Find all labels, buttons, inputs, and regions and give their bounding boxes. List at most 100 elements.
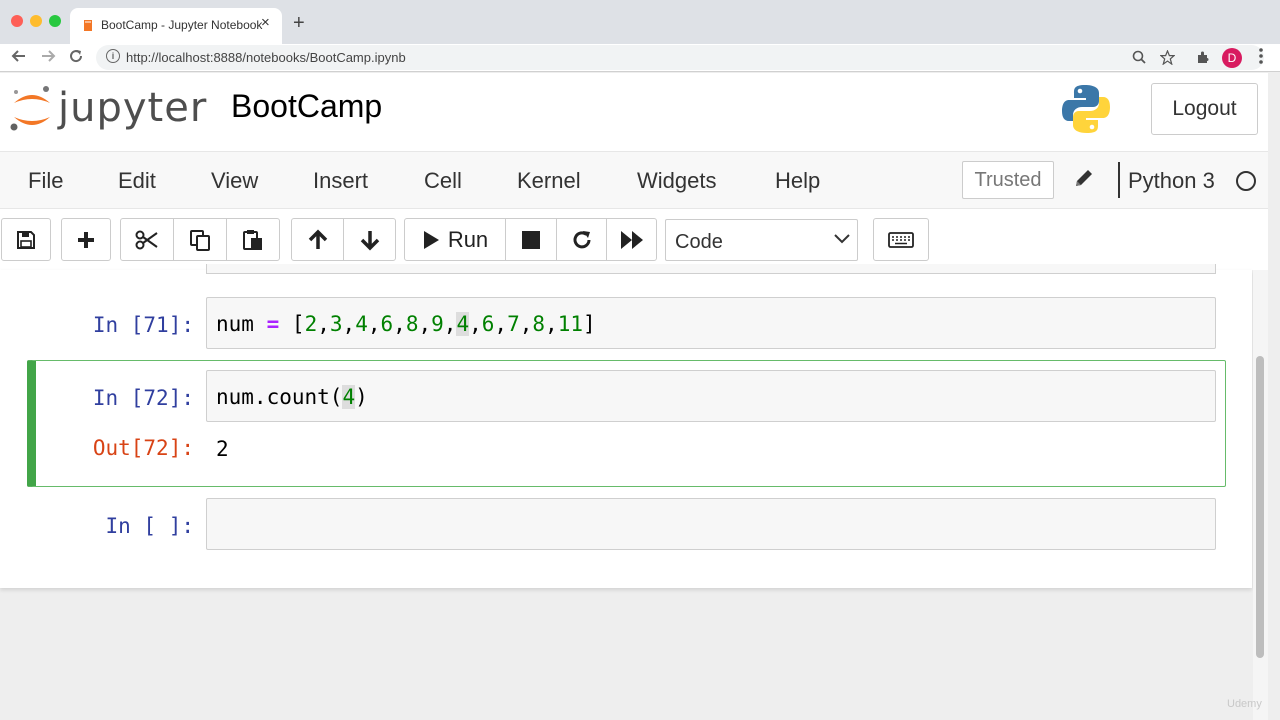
save-button[interactable] xyxy=(1,218,51,261)
code-number: 8 xyxy=(532,312,546,336)
command-palette-button[interactable] xyxy=(873,218,929,261)
code-number: 9 xyxy=(431,312,444,336)
python-logo-icon xyxy=(1062,85,1110,133)
run-all-button[interactable] xyxy=(606,218,657,261)
move-down-button[interactable] xyxy=(343,218,396,261)
tab-close-icon[interactable]: × xyxy=(261,15,270,30)
kernel-idle-icon xyxy=(1236,171,1256,191)
tab-title: BootCamp - Jupyter Notebook xyxy=(101,18,263,32)
kernel-name[interactable]: Python 3 xyxy=(1128,168,1215,194)
code-cell-input[interactable]: num = [2,3,4,6,8,9,4,6,7,8,11] xyxy=(206,297,1216,349)
code-number: 2 xyxy=(304,312,318,336)
menu-kernel[interactable]: Kernel xyxy=(517,168,581,194)
watermark: Udemy xyxy=(1227,698,1262,710)
cell-output: 2 xyxy=(216,437,229,461)
scrollbar-thumb[interactable] xyxy=(1256,356,1264,658)
save-group xyxy=(1,218,51,261)
code-token: , xyxy=(418,312,432,336)
cell-type-select[interactable]: Code xyxy=(665,219,858,261)
code-token: , xyxy=(393,312,406,336)
notebook-name[interactable]: BootCamp xyxy=(231,88,382,125)
profile-avatar[interactable]: D xyxy=(1222,48,1242,68)
paste-button[interactable] xyxy=(226,218,280,261)
code-token: , xyxy=(367,312,381,336)
forward-arrow-icon[interactable] xyxy=(40,48,56,64)
run-button[interactable]: Run xyxy=(404,218,506,261)
pencil-icon[interactable] xyxy=(1073,167,1095,189)
url-field[interactable]: i http://localhost:8888/notebooks/BootCa… xyxy=(96,45,1264,70)
browser-tab[interactable]: BootCamp - Jupyter Notebook × xyxy=(70,8,282,44)
screen: BootCamp - Jupyter Notebook × + i http:/… xyxy=(0,0,1280,720)
menu-file[interactable]: File xyxy=(28,168,63,194)
keyboard-group xyxy=(873,218,929,261)
code-number-highlighted: 4 xyxy=(456,312,470,336)
copy-icon xyxy=(190,229,210,251)
cut-button[interactable] xyxy=(120,218,174,261)
kernel-separator xyxy=(1118,162,1120,198)
notebook-container: In [71]: num = [2,3,4,6,8,9,4,6,7,8,11] … xyxy=(0,264,1252,588)
trusted-indicator[interactable]: Trusted xyxy=(962,161,1054,199)
move-up-button[interactable] xyxy=(291,218,344,261)
arrow-up-icon xyxy=(308,229,327,249)
menu-view[interactable]: View xyxy=(211,168,258,194)
code-cell-input[interactable] xyxy=(206,498,1216,550)
code-cell-input[interactable]: num.count(4) xyxy=(206,370,1216,422)
logout-button[interactable]: Logout xyxy=(1151,83,1258,135)
menu-cell[interactable]: Cell xyxy=(424,168,462,194)
code-number: 3 xyxy=(329,312,343,336)
jupyter-logo-icon[interactable] xyxy=(8,83,56,135)
previous-cell-edge xyxy=(206,264,1216,274)
code-token: , xyxy=(469,312,482,336)
code-token: num.count( xyxy=(216,385,343,409)
close-window-button[interactable] xyxy=(11,15,23,27)
interrupt-button[interactable] xyxy=(505,218,557,261)
code-operator: = xyxy=(266,312,280,336)
code-token: , xyxy=(519,312,533,336)
menu-help[interactable]: Help xyxy=(775,168,820,194)
code-token: [ xyxy=(291,312,305,336)
play-icon xyxy=(423,230,439,249)
code-token: , xyxy=(494,312,508,336)
code-number-highlighted: 4 xyxy=(342,385,356,409)
jupyter-wordmark[interactable]: jupyter xyxy=(58,85,207,131)
menu-bar: File Edit View Insert Cell Kernel Widget… xyxy=(0,151,1268,209)
code-line: num.count(4) xyxy=(216,385,368,409)
restart-icon xyxy=(573,230,590,248)
input-prompt: In [ ]: xyxy=(105,514,194,538)
extensions-icon[interactable] xyxy=(1196,50,1210,64)
zoom-icon[interactable] xyxy=(1132,50,1146,64)
fast-forward-icon xyxy=(620,230,643,249)
code-number: 4 xyxy=(355,312,368,336)
code-token: , xyxy=(317,312,330,336)
minimize-window-button[interactable] xyxy=(30,15,42,27)
new-tab-icon[interactable]: + xyxy=(293,13,305,33)
input-prompt: In [72]: xyxy=(92,386,194,410)
menu-insert[interactable]: Insert xyxy=(313,168,368,194)
code-line: num = [2,3,4,6,8,9,4,6,7,8,11] xyxy=(216,312,596,336)
info-icon[interactable]: i xyxy=(106,49,120,63)
code-token: num xyxy=(216,312,254,336)
menu-widgets[interactable]: Widgets xyxy=(637,168,716,194)
notebook-toolbar: Run Code xyxy=(0,209,1268,270)
notebook-favicon-icon xyxy=(84,20,92,31)
address-bar: i http://localhost:8888/notebooks/BootCa… xyxy=(0,44,1280,72)
more-icon[interactable] xyxy=(1258,47,1264,65)
menu-edit[interactable]: Edit xyxy=(118,168,156,194)
maximize-window-button[interactable] xyxy=(49,15,61,27)
copy-button[interactable] xyxy=(173,218,227,261)
back-arrow-icon[interactable] xyxy=(11,48,27,64)
code-token: ) xyxy=(355,385,368,409)
output-prompt: Out[72]: xyxy=(92,436,194,460)
code-number: 8 xyxy=(405,312,419,336)
star-icon[interactable] xyxy=(1160,50,1175,65)
insert-cell-button[interactable] xyxy=(61,218,111,261)
clipboard-group xyxy=(120,218,280,261)
reload-icon[interactable] xyxy=(68,48,84,64)
run-group: Run xyxy=(404,218,657,261)
browser-tab-bar: BootCamp - Jupyter Notebook × + xyxy=(0,0,1280,44)
code-number: 11 xyxy=(557,312,583,336)
input-prompt: In [71]: xyxy=(92,313,194,337)
code-number: 6 xyxy=(481,312,495,336)
stop-icon xyxy=(522,230,540,249)
restart-button[interactable] xyxy=(556,218,607,261)
